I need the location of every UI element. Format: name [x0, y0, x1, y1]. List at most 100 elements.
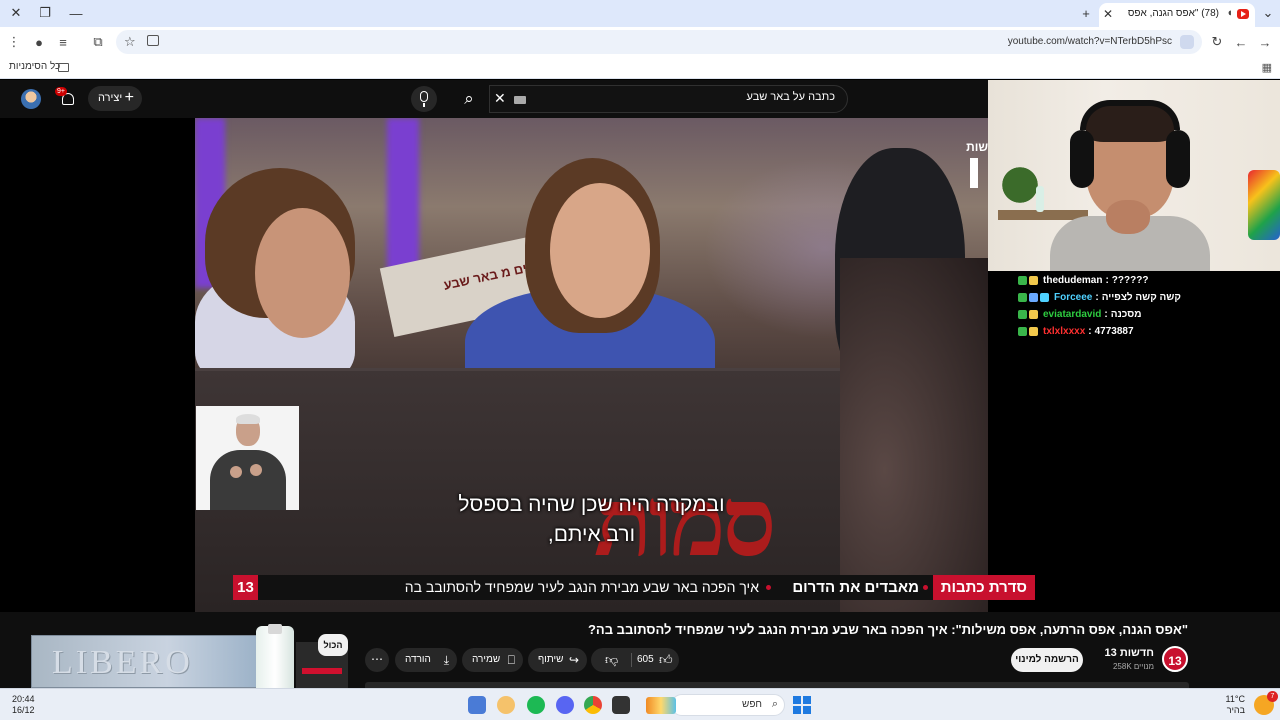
weather-temp: 11°C: [1225, 694, 1245, 704]
save-button[interactable]: שמירה ⎕: [462, 648, 523, 672]
menu-icon[interactable]: ⋮: [5, 33, 23, 51]
streamer-webcam: [988, 80, 1280, 271]
speaker-icon[interactable]: ◖: [1226, 7, 1233, 19]
share-button[interactable]: שיתוף ↪: [528, 648, 587, 672]
chat-message: thedudeman: ??????: [1018, 272, 1218, 289]
girl-center-face: [550, 183, 650, 318]
cast-icon[interactable]: [147, 35, 159, 46]
window-minimize-icon[interactable]: —: [66, 4, 86, 22]
webcam-plant: [1000, 160, 1040, 210]
back-icon[interactable]: →: [1256, 33, 1274, 51]
windows-start-icon[interactable]: [793, 696, 811, 714]
url-text[interactable]: youtube.com/watch?v=NTerbD5hPsc: [1008, 36, 1172, 47]
chrome-icon[interactable]: [584, 696, 602, 714]
chat-message: Forceee: קשה קשה לצפייה: [1018, 289, 1218, 306]
chrome-profile-icon[interactable]: [497, 696, 515, 714]
stage-light-center: [387, 118, 419, 278]
search-field[interactable]: ✕: [489, 85, 848, 113]
bookmark-star-icon[interactable]: ☆: [124, 34, 136, 50]
tab-search-icon[interactable]: ⌄: [1258, 4, 1278, 22]
mic-stand: [423, 103, 425, 107]
webcam-bottle: [1036, 186, 1044, 212]
ad-thumbnail[interactable]: LIBERO: [31, 635, 259, 688]
streamer-hand: [1106, 200, 1150, 234]
bottle-cap: [268, 624, 282, 634]
webcam-controller: [1248, 170, 1280, 240]
avatar[interactable]: [21, 89, 41, 109]
chat-username: thedudeman: [1043, 275, 1103, 286]
search-input[interactable]: [555, 91, 835, 103]
channel-name[interactable]: חדשות 13: [1105, 647, 1154, 659]
forward-icon[interactable]: ←: [1232, 33, 1250, 51]
gift-badge-icon: [1029, 293, 1038, 302]
clear-search-icon[interactable]: ✕: [494, 90, 506, 107]
share-label: שיתוף: [538, 654, 564, 665]
taskbar-search-icon: ⌕: [771, 698, 778, 710]
discord-icon[interactable]: [556, 696, 574, 714]
profile-icon[interactable]: ●: [30, 33, 48, 51]
search-icon[interactable]: ⌕: [449, 85, 489, 113]
bookmark-icon: ⎕: [507, 653, 515, 667]
address-bar[interactable]: ☆ youtube.com/watch?v=NTerbD5hPsc: [116, 30, 1202, 54]
file-explorer-icon[interactable]: [612, 696, 630, 714]
system-clock[interactable]: 20:44 16/12: [12, 694, 35, 716]
like-separator: [631, 653, 632, 667]
headphone-left: [1070, 130, 1094, 188]
chip-all[interactable]: הכול: [318, 634, 348, 656]
weather-widget[interactable]: 11°C בהיר: [1226, 694, 1245, 716]
corner-logo-text: שות: [966, 140, 988, 154]
create-button[interactable]: + יצירה: [88, 86, 142, 111]
taskbar-search-placeholder: חפש: [742, 699, 762, 710]
chat-text: 4773887: [1094, 326, 1134, 337]
ticker-series-label: סדרת כתבות: [932, 575, 1035, 600]
new-tab-icon[interactable]: +: [1076, 4, 1096, 22]
dislike-icon[interactable]: 👎︎: [605, 648, 618, 672]
left-blank-area: [0, 118, 195, 612]
apps-grid-icon[interactable]: ▦: [1262, 61, 1272, 74]
video-subtitles: ובמקרה היה שכן שהיה בספסל ורב איתם,: [195, 490, 988, 550]
calculator-icon[interactable]: [468, 696, 486, 714]
moderator-badge-icon: [1018, 327, 1027, 336]
site-info-icon[interactable]: [1180, 35, 1194, 49]
interpreter-hand-left: [230, 466, 242, 478]
browser-toolbar: ⋮ ● ≡ ⧉ ☆ youtube.com/watch?v=NTerbD5hPs…: [0, 27, 1280, 57]
like-count[interactable]: 605: [637, 648, 654, 672]
subscriber-badge-icon: [1029, 310, 1038, 319]
girl-left-face: [255, 208, 350, 338]
voice-search-icon[interactable]: [411, 86, 437, 112]
chat-message: eviatardavid: מסכנה: [1018, 306, 1218, 323]
reload-icon[interactable]: ↻: [1208, 33, 1226, 51]
moderator-badge-icon: [1018, 276, 1027, 285]
tab-close-icon[interactable]: ✕: [1103, 7, 1113, 21]
download-button[interactable]: הורדה ⤓: [395, 648, 457, 672]
tab-strip: ✕ ❐ — + ◖ (78) "אפס הגנה, אפס הרתעה... ✕…: [0, 0, 1280, 27]
media-controls-icon[interactable]: ≡: [54, 33, 72, 51]
more-actions-icon[interactable]: ⋯: [365, 648, 389, 672]
clock-time: 20:44: [12, 694, 35, 704]
bookmarks-bar: כל הסימניות ▦: [0, 57, 1280, 79]
headphone-band: [1080, 100, 1180, 130]
windows-taskbar: 20:44 16/12 חפש ⌕ 11°C בהיר 7: [0, 688, 1280, 720]
like-icon[interactable]: 👍︎: [659, 648, 673, 672]
extensions-icon[interactable]: ⧉: [89, 33, 107, 51]
spotify-icon[interactable]: [527, 696, 545, 714]
chat-text: קשה קשה לצפייה: [1101, 292, 1181, 303]
moderator-badge-icon: [1018, 293, 1027, 302]
save-label: שמירה: [472, 654, 501, 665]
video-info-area: "אפס הגנה, אפס הרתעה, אפס משילות": איך ה…: [0, 612, 1280, 700]
tab-active[interactable]: ◖ (78) "אפס הגנה, אפס הרתעה... ✕: [1099, 3, 1255, 27]
folder-icon: [58, 63, 69, 72]
weather-sun-icon[interactable]: 7: [1254, 691, 1278, 715]
notifications-bell-icon[interactable]: 9+: [55, 87, 76, 107]
subscribe-button[interactable]: הרשמה למינוי: [1011, 648, 1083, 672]
window-close-icon[interactable]: ✕: [6, 4, 26, 22]
channel-corner-logo: שות: [966, 140, 988, 188]
chat-text: ??????: [1111, 275, 1149, 286]
taskbar-search[interactable]: חפש ⌕: [646, 694, 785, 716]
window-restore-icon[interactable]: ❐: [35, 4, 55, 22]
ticker-dot: [923, 585, 928, 590]
keyboard-icon[interactable]: [514, 96, 526, 104]
channel-avatar[interactable]: 13: [1162, 646, 1188, 672]
like-dislike-group: 👎︎ 605 👍︎: [591, 648, 679, 672]
all-bookmarks-link[interactable]: כל הסימניות: [9, 61, 60, 72]
